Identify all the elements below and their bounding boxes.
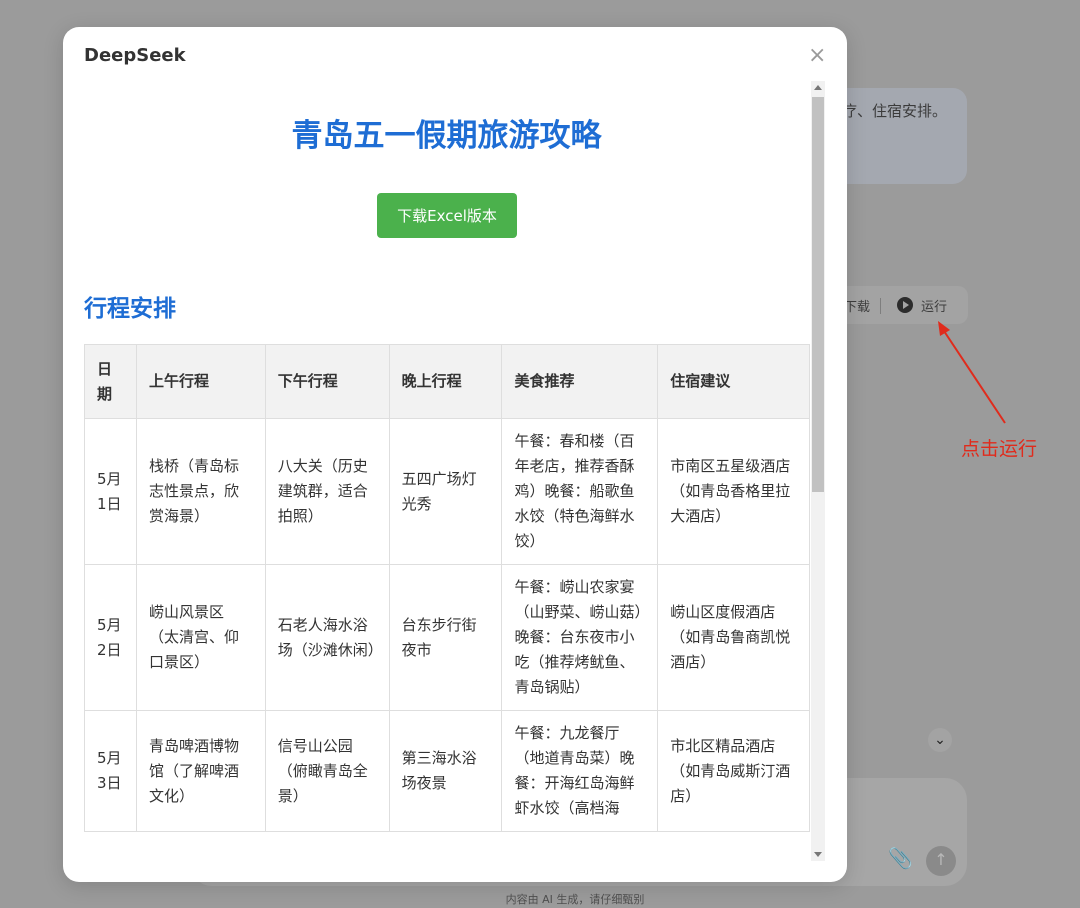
table-cell: 市北区精品酒店（如青岛威斯汀酒店） (657, 710, 810, 832)
table-cell: 五四广场灯光秀 (388, 418, 503, 565)
preview-content[interactable]: 青岛五一假期旅游攻略 下载Excel版本 行程安排 日期 上午行程 下午行程 晚… (63, 81, 810, 861)
table-cell: 栈桥（青岛标志性景点，欣赏海景） (135, 418, 266, 565)
modal-scrollbar[interactable] (811, 81, 825, 861)
table-cell: 台东步行街夜市 (388, 564, 503, 711)
table-header-cell: 下午行程 (264, 344, 390, 419)
table-cell: 青岛啤酒博物馆（了解啤酒文化） (135, 710, 266, 832)
download-excel-button[interactable]: 下载Excel版本 (377, 193, 517, 238)
close-icon[interactable]: × (808, 45, 826, 67)
table-cell: 5月3日 (84, 710, 137, 832)
table-header-row: 日期 上午行程 下午行程 晚上行程 美食推荐 住宿建议 (84, 344, 810, 419)
scroll-down-arrow-icon[interactable] (814, 852, 822, 857)
table-cell: 5月1日 (84, 418, 137, 565)
section-title: 行程安排 (84, 296, 176, 322)
table-header-cell: 日期 (84, 344, 137, 419)
user-message-text: 疗、住宿安排。 (842, 102, 948, 120)
table-header-cell: 晚上行程 (388, 344, 503, 419)
scroll-down-chevron-icon[interactable]: ⌄ (928, 728, 952, 752)
scroll-up-arrow-icon[interactable] (814, 85, 822, 90)
paperclip-icon[interactable]: 📎 (888, 846, 913, 870)
table-cell: 八大关（历史建筑群，适合拍照） (264, 418, 390, 565)
send-button[interactable]: ↑ (926, 846, 956, 876)
table-cell: 崂山风景区（太清宫、仰口景区） (135, 564, 266, 711)
table-cell: 午餐：春和楼（百年老店，推荐香酥鸡）晚餐：船歌鱼水饺（特色海鲜水饺） (501, 418, 659, 565)
annotation-label: 点击运行 (961, 438, 1038, 460)
table-row: 5月3日 青岛啤酒博物馆（了解啤酒文化） 信号山公园（俯瞰青岛全景） 第三海水浴… (84, 710, 810, 832)
ai-disclaimer: 内容由 AI 生成，请仔细甄别 (505, 893, 645, 906)
download-button[interactable]: 下载 (844, 296, 870, 315)
table-cell: 午餐：崂山农家宴（山野菜、崂山菇）晚餐：台东夜市小吃（推荐烤鱿鱼、青岛锅贴） (501, 564, 659, 711)
table-header-cell: 住宿建议 (657, 344, 810, 419)
modal-title: DeepSeek (84, 45, 186, 66)
play-icon[interactable] (897, 297, 913, 313)
table-cell: 第三海水浴场夜景 (388, 710, 503, 832)
toolbar-divider (880, 298, 881, 314)
table-cell: 午餐：九龙餐厅（地道青岛菜）晚餐：开海红岛海鲜虾水饺（高档海 (501, 710, 659, 832)
scrollbar-thumb[interactable] (812, 97, 824, 492)
annotation-arrow (938, 321, 1006, 424)
page-title: 青岛五一假期旅游攻略 (291, 118, 602, 154)
table-cell: 市南区五星级酒店（如青岛香格里拉大酒店） (657, 418, 810, 565)
table-row: 5月1日 栈桥（青岛标志性景点，欣赏海景） 八大关（历史建筑群，适合拍照） 五四… (84, 418, 810, 565)
itinerary-table: 日期 上午行程 下午行程 晚上行程 美食推荐 住宿建议 5月1日 栈桥（青岛标志… (84, 344, 810, 832)
table-header-cell: 上午行程 (135, 344, 266, 419)
table-header-cell: 美食推荐 (501, 344, 659, 419)
table-cell: 石老人海水浴场（沙滩休闲） (264, 564, 390, 711)
table-cell: 5月2日 (84, 564, 137, 711)
run-button[interactable]: 运行 (921, 296, 947, 315)
preview-modal: DeepSeek × 青岛五一假期旅游攻略 下载Excel版本 行程安排 日期 … (63, 27, 847, 882)
table-cell: 崂山区度假酒店（如青岛鲁商凯悦酒店） (657, 564, 810, 711)
table-cell: 信号山公园（俯瞰青岛全景） (264, 710, 390, 832)
table-row: 5月2日 崂山风景区（太清宫、仰口景区） 石老人海水浴场（沙滩休闲） 台东步行街… (84, 564, 810, 711)
